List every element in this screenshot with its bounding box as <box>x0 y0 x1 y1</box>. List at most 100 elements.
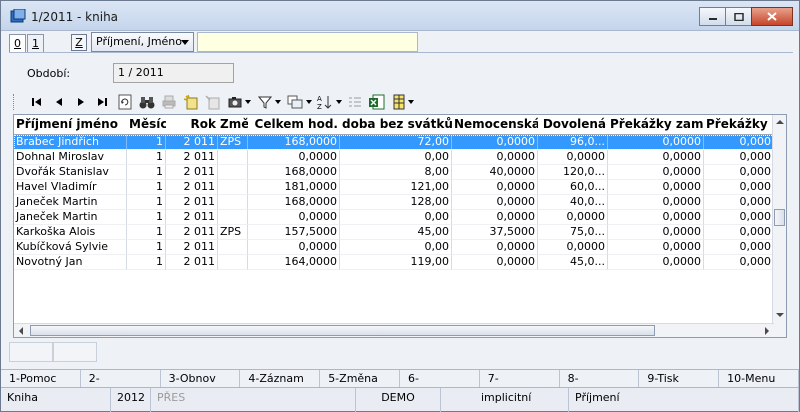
table-cell: 0,0000 <box>452 255 538 270</box>
status-year: 2012 <box>111 388 151 412</box>
function-key-3[interactable]: 3-Obnov <box>161 370 241 388</box>
table-cell: Janeček Martin <box>14 210 127 225</box>
prev-record-button[interactable] <box>48 92 70 112</box>
column-header[interactable]: Překážky org <box>704 115 774 134</box>
binoculars-icon <box>139 96 155 108</box>
minimize-button[interactable] <box>699 7 726 26</box>
z-button[interactable]: Z <box>71 34 87 51</box>
list-button[interactable] <box>344 92 366 112</box>
excel-button[interactable] <box>366 92 388 112</box>
function-key-10[interactable]: 10-Menu <box>719 370 799 388</box>
function-key-2[interactable]: 2- <box>81 370 161 388</box>
vertical-scrollbar[interactable] <box>772 115 786 337</box>
table-cell: 2 011 <box>166 255 218 270</box>
search-input[interactable] <box>197 32 418 52</box>
table-cell: 1 <box>127 180 166 195</box>
column-header[interactable]: Celkem hod. <box>248 115 340 134</box>
copy-button[interactable] <box>284 92 314 112</box>
table-row[interactable]: Novotný Jan 1 2 011 164,0000 119,00 0,0000 45,… <box>14 255 774 270</box>
function-key-4[interactable]: 4-Záznam <box>240 370 321 388</box>
maximize-icon <box>733 12 744 21</box>
table-cell: 1 <box>127 255 166 270</box>
function-key-5[interactable]: 5-Změna <box>320 370 400 388</box>
table-cell: 0,000 <box>704 240 774 255</box>
table-cell: 168,0000 <box>248 135 340 150</box>
next-record-button[interactable] <box>70 92 92 112</box>
last-record-button[interactable] <box>92 92 114 112</box>
column-header[interactable]: Rok <box>166 115 218 134</box>
table-row[interactable]: Dohnal Miroslav 1 2 011 0,0000 0,00 0,0000 0,0… <box>14 150 774 165</box>
tab-0-label: 0 <box>14 37 21 50</box>
table-cell: 2 011 <box>166 225 218 240</box>
table-cell <box>218 210 248 225</box>
add-record-button[interactable] <box>180 92 202 112</box>
columns-button[interactable] <box>388 92 418 112</box>
tab-bar: 0 1 <box>9 34 45 53</box>
function-key-7[interactable]: 7- <box>480 370 560 388</box>
table-cell: 0,0000 <box>452 180 538 195</box>
status-module: Kniha <box>1 388 111 412</box>
find-button[interactable] <box>136 92 158 112</box>
table-cell: 0,0000 <box>452 195 538 210</box>
filter-button[interactable] <box>254 92 284 112</box>
table-cell: 0,0000 <box>538 240 608 255</box>
table-cell: 128,00 <box>340 195 452 210</box>
table-row[interactable]: Havel Vladimír 1 2 011 181,0000 121,00 0,0000… <box>14 180 774 195</box>
sort-select[interactable]: Příjmení, Jméno <box>91 32 194 52</box>
maximize-button[interactable] <box>725 7 752 26</box>
column-header[interactable]: Změ <box>218 115 248 134</box>
delete-record-icon <box>205 95 220 110</box>
scroll-thumb[interactable] <box>30 325 655 336</box>
summary-cell <box>9 342 53 362</box>
table-row[interactable]: Karkoška Alois 1 2 011 ZPS 157,5000 45,00 37,5… <box>14 225 774 240</box>
function-key-8[interactable]: 8- <box>560 370 640 388</box>
function-key-6[interactable]: 6- <box>400 370 480 388</box>
table-cell: 2 011 <box>166 150 218 165</box>
column-header[interactable]: Překážky zam. <box>608 115 704 134</box>
table-cell: 1 <box>127 240 166 255</box>
close-icon <box>767 12 777 21</box>
delete-record-button[interactable] <box>202 92 224 112</box>
status-bar: Kniha 2012 PŘES DEMO implicitní Příjmení <box>1 387 799 412</box>
tab-0[interactable]: 0 <box>9 34 26 53</box>
status-db: DEMO <box>356 388 441 412</box>
function-key-1[interactable]: 1-Pomoc <box>1 370 81 388</box>
table-row[interactable]: Janeček Martin 1 2 011 0,0000 0,00 0,0000 0,00… <box>14 210 774 225</box>
tab-1[interactable]: 1 <box>27 34 44 52</box>
scroll-down-icon[interactable] <box>776 313 784 317</box>
scroll-up-icon[interactable] <box>776 120 784 124</box>
table-cell: 0,0000 <box>608 135 704 150</box>
scroll-right-icon[interactable] <box>765 327 769 335</box>
chevron-down-icon <box>274 100 281 104</box>
close-button[interactable] <box>751 7 793 26</box>
table-cell: Havel Vladimír <box>14 180 127 195</box>
table-row[interactable]: Dvořák Stanislav 1 2 011 168,0000 8,00 40,000… <box>14 165 774 180</box>
table-row[interactable]: Kubíčková Sylvie 1 2 011 0,0000 0,00 0,0000 0,… <box>14 240 774 255</box>
refresh-button[interactable] <box>114 92 136 112</box>
scroll-thumb[interactable] <box>774 209 785 226</box>
first-record-button[interactable] <box>26 92 48 112</box>
column-header[interactable]: Nemocenská <box>452 115 538 134</box>
table-cell: 37,5000 <box>452 225 538 240</box>
function-key-9[interactable]: 9-Tisk <box>639 370 720 388</box>
table-cell: Janeček Martin <box>14 195 127 210</box>
horizontal-scrollbar[interactable] <box>14 323 774 337</box>
toolbar-grip[interactable] <box>13 94 16 110</box>
scroll-left-icon[interactable] <box>19 327 23 335</box>
column-header[interactable]: Příjmení jméno <box>14 115 127 134</box>
column-header[interactable]: Měsíc <box>127 115 166 134</box>
sort-button[interactable]: AZ <box>314 92 344 112</box>
print-button[interactable] <box>158 92 180 112</box>
column-header[interactable]: Dovolená <box>538 115 608 134</box>
column-header[interactable]: doba bez svátků <box>340 115 452 134</box>
obdobi-field: 1 / 2011 <box>113 63 234 83</box>
title-bar[interactable]: 1/2011 - kniha <box>1 1 799 31</box>
snapshot-button[interactable] <box>224 92 254 112</box>
table-row[interactable]: Janeček Martin 1 2 011 168,0000 128,00 0,0000… <box>14 195 774 210</box>
function-key-bar: 1-Pomoc 2- 3-Obnov 4-Záznam 5-Změna 6- 7- 8- 9-T… <box>1 369 799 388</box>
table-cell: 2 011 <box>166 210 218 225</box>
table-cell: 72,00 <box>340 135 452 150</box>
table-row[interactable]: Brabec Jindřich 1 2 011 ZPS 168,0000 72,00 0,0… <box>14 135 774 150</box>
table-cell: 0,0000 <box>538 150 608 165</box>
table-cell: 0,000 <box>704 180 774 195</box>
